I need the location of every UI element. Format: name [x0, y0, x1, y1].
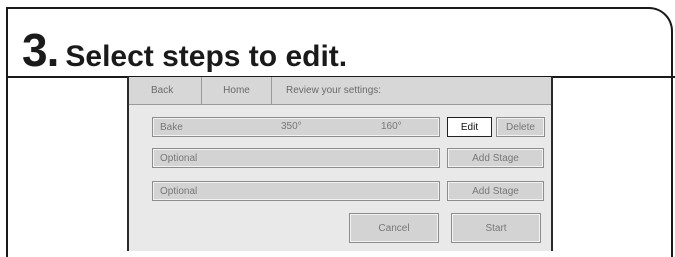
edit-button[interactable]: Edit — [447, 117, 492, 137]
step-title: Select steps to edit. — [65, 40, 348, 73]
back-button[interactable]: Back — [129, 77, 202, 104]
stage-3-field[interactable]: Optional — [152, 181, 440, 201]
stage-3-placeholder: Optional — [160, 185, 198, 197]
stage-1-temp-c: 160° — [381, 121, 402, 132]
stage-1-name: Bake — [160, 121, 183, 133]
add-stage-button-3[interactable]: Add Stage — [447, 181, 544, 201]
home-button[interactable]: Home — [202, 77, 272, 104]
step-number-dot: . — [46, 24, 60, 76]
step-heading: 3 . Select steps to edit. — [22, 23, 347, 76]
oven-screen: Back Home Review your settings: Bake 350… — [127, 77, 553, 251]
cancel-button[interactable]: Cancel — [349, 213, 439, 243]
start-button[interactable]: Start — [451, 213, 541, 243]
stage-2-field[interactable]: Optional — [152, 148, 440, 168]
stage-2-placeholder: Optional — [160, 152, 198, 164]
screen-topbar: Back Home Review your settings: — [129, 77, 551, 105]
stage-1-field[interactable]: Bake 350° 160° — [152, 117, 440, 137]
delete-button[interactable]: Delete — [496, 117, 545, 137]
review-settings-label: Review your settings: — [286, 85, 382, 96]
step-number: 3 — [22, 24, 48, 76]
add-stage-button-2[interactable]: Add Stage — [447, 148, 544, 168]
stage-1-temp-f: 350° — [281, 121, 302, 132]
